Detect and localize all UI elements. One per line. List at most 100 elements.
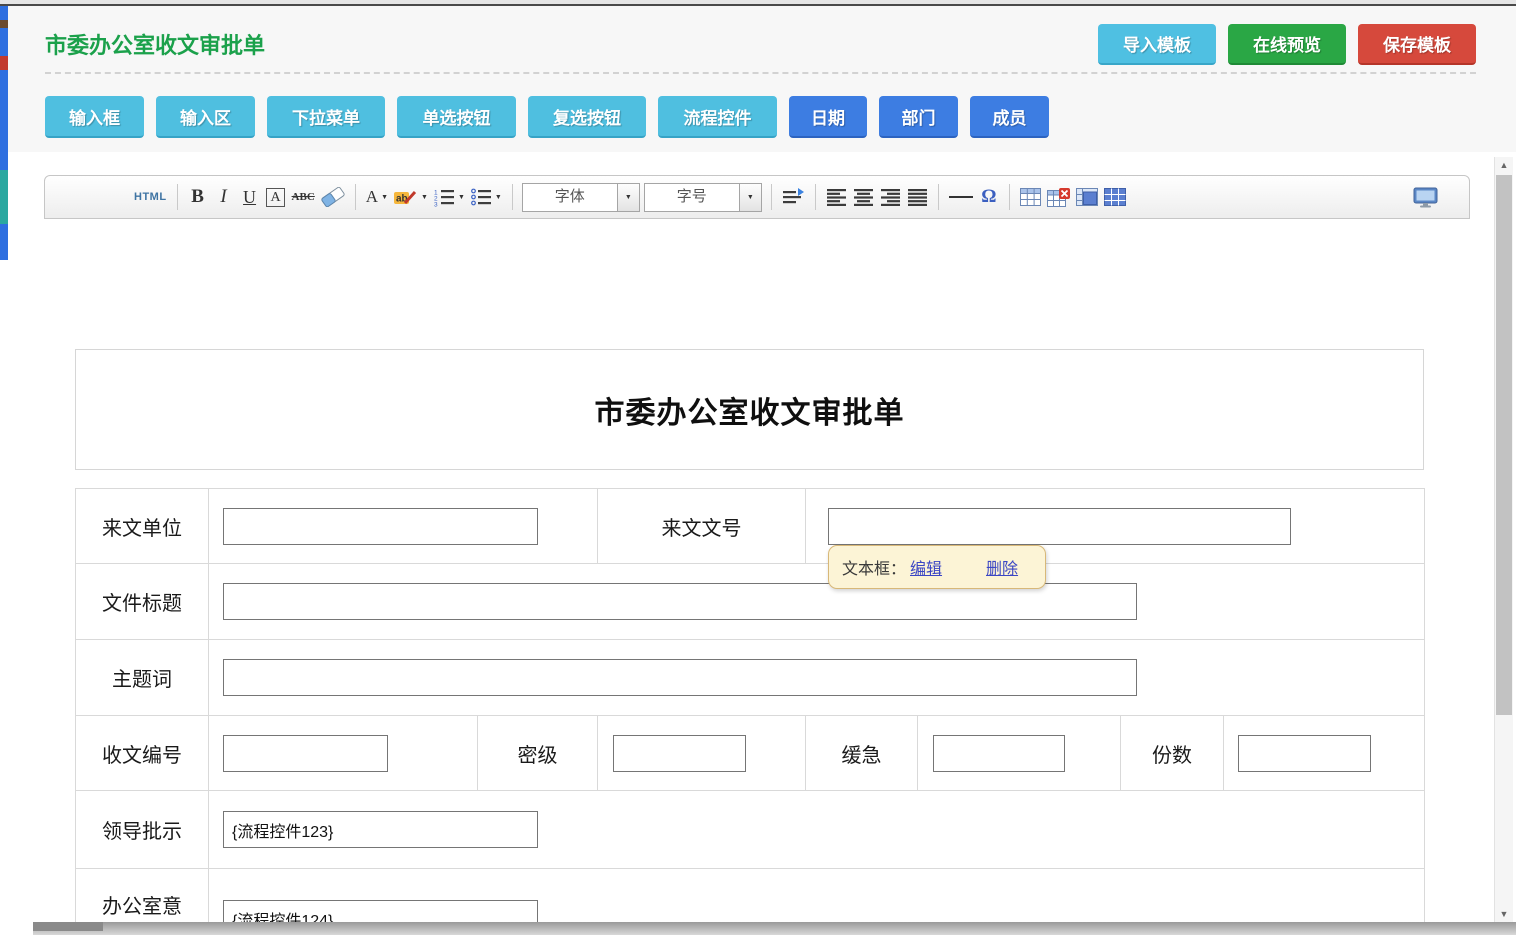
fullscreen-button[interactable] <box>1410 182 1441 212</box>
horizontal-scrollbar-thumb[interactable] <box>33 922 103 931</box>
import-template-button[interactable]: 导入模板 <box>1098 24 1216 65</box>
table-row-properties-button[interactable] <box>1101 182 1129 212</box>
save-template-button[interactable]: 保存模板 <box>1358 24 1476 65</box>
cell-office-opinion <box>209 869 1425 923</box>
receipt-number-input[interactable] <box>223 735 388 772</box>
edit-link[interactable]: 编辑 <box>910 555 942 579</box>
horizontal-rule-icon <box>949 196 973 198</box>
label-office-opinion: 办公室意见 <box>76 869 209 923</box>
scroll-down-arrow[interactable]: ▼ <box>1495 906 1513 922</box>
horizontal-scrollbar[interactable] <box>33 922 1516 935</box>
highlight-color-button[interactable]: ab ▼ <box>391 182 431 212</box>
table-row: 办公室意见 <box>76 869 1425 923</box>
page-title: 市委办公室收文审批单 <box>45 28 265 60</box>
incoming-unit-input[interactable] <box>223 508 538 545</box>
label-incoming-doc-number: 来文文号 <box>598 489 806 564</box>
delete-link[interactable]: 删除 <box>986 555 1018 579</box>
align-left-button[interactable] <box>823 182 850 212</box>
italic-button[interactable]: I <box>211 182 237 212</box>
security-level-input[interactable] <box>613 735 746 772</box>
special-character-button[interactable]: Ω <box>976 182 1002 212</box>
toolbar-separator <box>938 184 939 210</box>
rich-text-editor: HTML B I U A ABC A ▼ ab ▼ <box>44 175 1470 922</box>
urgency-input[interactable] <box>933 735 1065 772</box>
leader-instructions-input[interactable] <box>223 811 538 848</box>
edge-fragment <box>0 56 8 70</box>
cell-leader-instructions <box>209 791 1425 869</box>
control-button-checkbox[interactable]: 复选按钮 <box>528 96 646 138</box>
toolbar-separator <box>355 184 356 210</box>
strikethrough-button[interactable]: ABC <box>289 182 318 212</box>
table-cell-properties-icon <box>1076 188 1098 206</box>
font-family-select[interactable]: 字体 ▼ <box>522 183 640 212</box>
control-button-member[interactable]: 成员 <box>970 96 1049 138</box>
chevron-down-icon: ▼ <box>495 194 502 201</box>
scroll-up-arrow[interactable]: ▲ <box>1495 157 1513 173</box>
page-header: 市委办公室收文审批单 导入模板 在线预览 保存模板 输入框 输入区 下拉菜单 单… <box>8 6 1516 152</box>
ordered-list-button[interactable]: 1 2 3 ▼ <box>431 182 468 212</box>
eraser-icon <box>321 187 345 207</box>
monitor-icon <box>1413 187 1438 208</box>
table-row: 领导批示 <box>76 791 1425 869</box>
online-preview-button[interactable]: 在线预览 <box>1228 24 1346 65</box>
font-size-value: 字号 <box>645 184 739 211</box>
cell-document-title <box>209 564 1425 640</box>
table-cell-properties-button[interactable] <box>1073 182 1101 212</box>
control-button-textarea[interactable]: 输入区 <box>156 96 255 138</box>
toolbar-separator <box>177 184 178 210</box>
label-urgency: 缓急 <box>806 716 918 791</box>
window-edge-strip <box>0 6 8 260</box>
subject-words-input[interactable] <box>223 659 1137 696</box>
html-source-button[interactable]: HTML <box>131 182 170 212</box>
unordered-list-button[interactable]: ▼ <box>468 182 505 212</box>
control-button-radio[interactable]: 单选按钮 <box>397 96 516 138</box>
label-security-level: 密级 <box>478 716 598 791</box>
underline-button[interactable]: U <box>237 182 263 212</box>
label-copies: 份数 <box>1121 716 1224 791</box>
editor-content[interactable]: 市委办公室收文审批单 来文单位 来文文号 文件标题 主题词 收文 <box>44 219 1470 922</box>
control-button-input-box[interactable]: 输入框 <box>45 96 144 138</box>
svg-text:3: 3 <box>434 201 438 207</box>
control-button-flow-control[interactable]: 流程控件 <box>658 96 777 138</box>
form-title: 市委办公室收文审批单 <box>595 388 905 432</box>
eraser-button[interactable] <box>318 182 348 212</box>
table-row: 文件标题 <box>76 564 1425 640</box>
font-color-icon: A <box>366 187 378 207</box>
align-right-icon <box>880 189 901 206</box>
font-color-button[interactable]: A ▼ <box>363 182 391 212</box>
indent-button[interactable] <box>779 182 808 212</box>
copies-input[interactable] <box>1238 735 1371 772</box>
vertical-scrollbar-thumb[interactable] <box>1496 175 1512 715</box>
table-row-properties-icon <box>1104 188 1126 206</box>
chevron-down-icon: ▼ <box>739 184 761 211</box>
align-left-icon <box>826 189 847 206</box>
chevron-down-icon: ▼ <box>421 194 428 201</box>
align-center-button[interactable] <box>850 182 877 212</box>
font-family-value: 字体 <box>523 184 617 211</box>
delete-table-button[interactable] <box>1044 182 1073 212</box>
align-justify-button[interactable] <box>904 182 931 212</box>
insert-table-button[interactable] <box>1017 182 1044 212</box>
toolbar-separator <box>771 184 772 210</box>
label-document-title: 文件标题 <box>76 564 209 640</box>
align-right-button[interactable] <box>877 182 904 212</box>
control-button-department[interactable]: 部门 <box>879 96 958 138</box>
form-control-buttons: 输入框 输入区 下拉菜单 单选按钮 复选按钮 流程控件 日期 部门 成员 <box>45 96 1049 138</box>
bold-button[interactable]: B <box>185 182 211 212</box>
incoming-doc-number-input[interactable] <box>828 508 1291 545</box>
edge-fragment <box>0 20 8 28</box>
control-button-date[interactable]: 日期 <box>789 96 867 138</box>
font-size-select[interactable]: 字号 ▼ <box>644 183 762 212</box>
align-justify-icon <box>907 189 928 206</box>
label-incoming-unit: 来文单位 <box>76 489 209 564</box>
cell-subject-words <box>209 640 1425 716</box>
inline-style-button[interactable]: A <box>263 182 289 212</box>
vertical-scrollbar[interactable]: ▲ ▼ <box>1494 157 1513 922</box>
horizontal-rule-button[interactable] <box>946 182 976 212</box>
label-subject-words: 主题词 <box>76 640 209 716</box>
cell-urgency <box>918 716 1121 791</box>
label-receipt-number: 收文编号 <box>76 716 209 791</box>
control-button-dropdown[interactable]: 下拉菜单 <box>267 96 385 138</box>
office-opinion-input[interactable] <box>223 900 538 922</box>
align-center-icon <box>853 189 874 206</box>
